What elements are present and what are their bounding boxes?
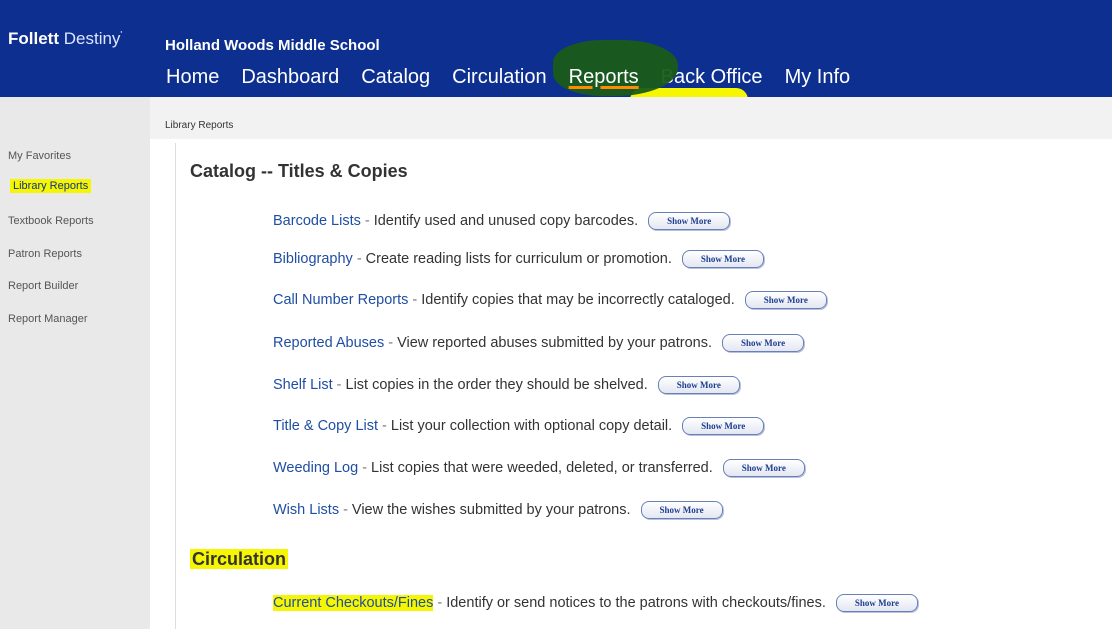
nav-dashboard[interactable]: Dashboard <box>241 66 339 89</box>
report-row: Call Number Reports - Identify copies that… <box>273 291 827 309</box>
show-more-button[interactable]: Show More <box>744 291 827 309</box>
report-description: List copies that were weeded, deleted, o… <box>371 460 713 476</box>
sidebar-item-my-favorites[interactable]: My Favorites <box>8 150 71 162</box>
report-description: View reported abuses submitted by your p… <box>397 335 712 351</box>
report-description: List your collection with optional copy … <box>390 418 673 434</box>
report-description: Identify copies that may be incorrectly … <box>421 292 735 308</box>
separator: - <box>336 377 342 393</box>
main-nav: Home Dashboard Catalog Circulation Repor… <box>166 40 851 96</box>
report-row: Reported Abuses - View reported abuses sub… <box>273 334 805 352</box>
show-more-button[interactable]: Show More <box>640 501 723 519</box>
separator: - <box>412 292 418 308</box>
show-more-button[interactable]: Show More <box>681 250 764 268</box>
show-more-button[interactable]: Show More <box>835 594 918 612</box>
report-link[interactable]: Bibliography <box>273 251 353 267</box>
show-more-button[interactable]: Show More <box>648 212 731 230</box>
brand-name-light: Destiny <box>63 29 121 48</box>
breadcrumb-bar <box>150 97 1112 139</box>
separator: - <box>437 595 443 611</box>
separator: - <box>343 502 348 518</box>
report-row: Weeding Log - List copies that were weeded… <box>273 459 805 477</box>
sidebar-item-report-builder[interactable]: Report Builder <box>8 280 78 292</box>
section-title-circulation: Circulation <box>190 549 289 570</box>
section-title-circulation-text: Circulation <box>190 549 289 569</box>
separator: - <box>362 460 368 476</box>
separator: - <box>364 213 370 229</box>
brand-name-bold: Follett <box>8 29 59 48</box>
show-more-button[interactable]: Show More <box>721 334 805 352</box>
report-row: Title & Copy List - List your collection w… <box>273 417 765 435</box>
report-row: Current Checkouts/Fines - Identify or send… <box>273 594 918 612</box>
follett-destiny-logo: Follett Destiny' <box>8 29 122 49</box>
breadcrumb: Library Reports <box>165 120 234 131</box>
report-link[interactable]: Call Number Reports <box>273 292 408 308</box>
report-link[interactable]: Shelf List <box>273 377 333 393</box>
report-link[interactable]: Reported Abuses <box>273 335 384 351</box>
nav-my-info[interactable]: My Info <box>785 66 851 89</box>
report-row: Shelf List - List copies in the order they… <box>273 376 740 394</box>
report-link[interactable]: Current Checkouts/Fines <box>273 595 434 611</box>
separator: - <box>382 418 387 434</box>
nav-catalog[interactable]: Catalog <box>361 66 430 89</box>
nav-home[interactable]: Home <box>166 66 219 89</box>
report-description: Create reading lists for curriculum or p… <box>365 251 672 267</box>
report-link[interactable]: Barcode Lists <box>273 213 361 229</box>
sidebar-item-library-reports[interactable]: Library Reports <box>10 179 92 193</box>
separator: - <box>356 251 362 267</box>
report-description: Identify used and unused copy barcodes. <box>373 213 639 229</box>
sidebar-item-patron-reports[interactable]: Patron Reports <box>8 248 82 260</box>
report-description: List copies in the order they should be … <box>345 377 648 393</box>
brand-mark: ' <box>120 29 123 40</box>
sidebar <box>0 97 150 629</box>
sidebar-item-textbook-reports[interactable]: Textbook Reports <box>8 215 94 227</box>
report-description: Identify or send notices to the patrons … <box>446 595 826 611</box>
school-name: Holland Woods Middle School <box>165 37 380 54</box>
report-link[interactable]: Weeding Log <box>273 460 358 476</box>
report-description: View the wishes submitted by your patron… <box>351 502 631 518</box>
show-more-button[interactable]: Show More <box>682 417 765 435</box>
show-more-button[interactable]: Show More <box>722 459 805 477</box>
separator: - <box>388 335 394 351</box>
report-row: Bibliography - Create reading lists for cu… <box>273 250 764 268</box>
report-link[interactable]: Wish Lists <box>273 502 339 518</box>
section-title-catalog-text: Catalog -- Titles & Copies <box>190 161 408 181</box>
report-link[interactable]: Title & Copy List <box>273 418 378 434</box>
show-more-button[interactable]: Show More <box>657 376 740 394</box>
report-row: Barcode Lists - Identify used and unused c… <box>273 212 731 230</box>
nav-reports[interactable]: Reports <box>552 40 678 96</box>
report-row: Wish Lists - View the wishes submitted by … <box>273 501 723 519</box>
section-title-catalog: Catalog -- Titles & Copies <box>190 161 408 182</box>
sidebar-item-report-manager[interactable]: Report Manager <box>8 313 88 325</box>
nav-circulation[interactable]: Circulation <box>452 66 546 89</box>
